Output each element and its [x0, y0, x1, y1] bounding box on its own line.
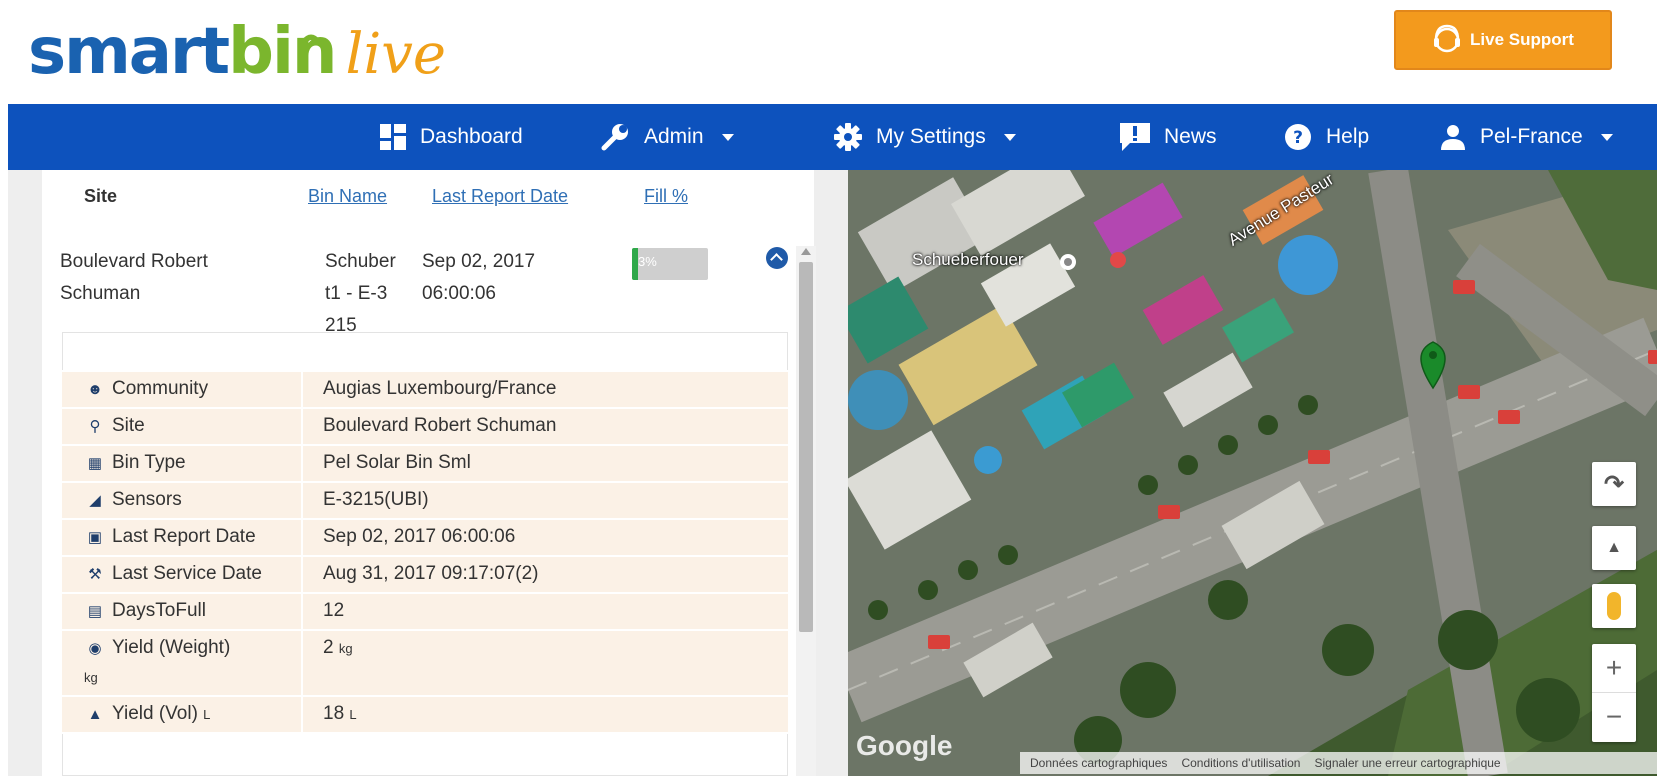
bin-volume-icon: ▲	[87, 706, 103, 723]
detail-label-unit: kg	[84, 670, 98, 685]
calculator-icon: ▤	[87, 603, 103, 620]
detail-value: 12	[302, 592, 788, 631]
chevron-down-icon	[721, 133, 734, 141]
detail-value: Boulevard Robert Schuman	[302, 407, 788, 446]
users-icon: ☻	[87, 381, 103, 398]
nav-my-settings-label: My Settings	[876, 125, 986, 148]
detail-label-unit: L	[203, 707, 211, 722]
rotate-map-icon[interactable]: ↷	[1592, 462, 1636, 506]
detail-row-yield-vol: ▲ Yield (Vol) L 18 L	[62, 695, 788, 734]
logo-live-text: live	[345, 22, 447, 87]
street-view-pegman-icon[interactable]	[1592, 584, 1636, 628]
detail-value: E-3215(UBI)	[302, 481, 788, 520]
nav-dashboard-label: Dashboard	[420, 125, 523, 148]
detail-value: Aug 31, 2017 09:17:07(2)	[302, 555, 788, 594]
live-support-button[interactable]: Live Support	[1394, 10, 1612, 70]
logo-smart-text: smart	[28, 15, 230, 89]
detail-row-community: ☻ Community Augias Luxembourg/France	[62, 370, 788, 409]
detail-label: Last Report Date	[112, 526, 256, 547]
column-header-last-report-date[interactable]: Last Report Date	[432, 186, 568, 207]
detail-value: 18	[323, 703, 345, 724]
main-navbar: Dashboard Admin My Settings News ? Help …	[8, 104, 1657, 170]
zoom-controls: + −	[1592, 644, 1636, 742]
wrench-icon	[601, 124, 628, 151]
detail-label: Community	[112, 378, 209, 399]
map-report-error-link[interactable]: Signaler une erreur cartographique	[1314, 756, 1500, 770]
detail-label: Last Service Date	[112, 563, 262, 584]
detail-label: Yield (Weight)	[112, 637, 231, 658]
row-last-report-date: Sep 02, 2017 06:00:06	[422, 251, 536, 304]
logo-text: smartbin	[28, 20, 337, 84]
map-place-label: Schueberfouer	[912, 250, 1024, 269]
detail-value: 2	[323, 637, 334, 658]
nav-news-label: News	[1164, 125, 1217, 148]
detail-label: DaysToFull	[112, 600, 206, 621]
detail-label: Sensors	[112, 489, 182, 510]
map-terms-link[interactable]: Conditions d'utilisation	[1181, 756, 1300, 770]
live-support-label: Live Support	[1470, 30, 1574, 49]
nav-user-label: Pel-France	[1480, 125, 1583, 148]
question-circle-icon: ?	[1285, 124, 1311, 150]
nav-my-settings[interactable]: My Settings	[834, 104, 1016, 170]
detail-label: Yield (Vol)	[112, 703, 198, 724]
detail-row-yield-weight: ◉ Yield (Weight) kg 2 kg	[62, 629, 788, 697]
google-logo[interactable]: Google	[856, 730, 952, 762]
logo-signal-icon	[300, 34, 322, 43]
detail-label: Site	[112, 415, 145, 436]
chevron-down-icon	[1600, 133, 1613, 141]
nav-dashboard[interactable]: Dashboard	[380, 104, 523, 170]
detail-row-bin-type: ▦ Bin Type Pel Solar Bin Sml	[62, 444, 788, 483]
fill-level-label: 3%	[638, 254, 657, 269]
trash-bin-icon: ▦	[87, 455, 103, 472]
gauge-icon: ◉	[88, 640, 102, 657]
detail-row-days-to-full: ▤ DaysToFull 12	[62, 592, 788, 631]
nav-help[interactable]: ? Help	[1284, 104, 1369, 170]
detail-row-sensors: ◢ Sensors E-3215(UBI)	[62, 481, 788, 520]
detail-row-last-service-date: ⚒ Last Service Date Aug 31, 2017 09:17:07…	[62, 555, 788, 594]
nav-user-menu[interactable]: Pel-France	[1440, 104, 1613, 170]
headset-icon	[1434, 24, 1461, 53]
detail-value-unit: L	[349, 707, 357, 722]
dashboard-grid-icon	[380, 124, 406, 150]
map-attribution-bar: Données cartographiques Conditions d'uti…	[1020, 752, 1657, 774]
column-header-bin-name[interactable]: Bin Name	[308, 186, 387, 207]
tilt-map-icon[interactable]: ▲	[1592, 526, 1636, 570]
detail-value: Augias Luxembourg/France	[302, 370, 788, 409]
row-bin-name: Schubert1 - E-3215	[325, 251, 396, 336]
calendar-icon: ▣	[87, 529, 103, 546]
zoom-in-button[interactable]: +	[1592, 644, 1636, 692]
detail-row-last-report-date: ▣ Last Report Date Sep 02, 2017 06:00:06	[62, 518, 788, 557]
svg-text:?: ?	[1293, 128, 1303, 148]
zoom-out-button[interactable]: −	[1592, 692, 1636, 740]
detail-row-site: ⚲ Site Boulevard Robert Schuman	[62, 407, 788, 446]
bin-details-table: ☻ Community Augias Luxembourg/France ⚲ Sit…	[62, 370, 788, 734]
map-pin-icon: ⚲	[89, 418, 101, 435]
chevron-down-icon	[1003, 133, 1016, 141]
fill-level-bar: 3%	[632, 248, 708, 280]
nav-admin-label: Admin	[644, 125, 704, 148]
brand-bar: smartbin live Live Support	[0, 0, 1657, 104]
scroll-up-arrow-icon[interactable]	[801, 248, 811, 255]
pegman-figure	[1607, 592, 1621, 620]
news-exclamation-icon	[1120, 123, 1150, 151]
nav-news[interactable]: News	[1120, 104, 1217, 170]
signal-icon: ◢	[89, 492, 101, 509]
satellite-map[interactable]: Schueberfouer Avenue Pasteur	[848, 170, 1657, 776]
gear-icon	[834, 123, 862, 151]
smartbin-live-logo[interactable]: smartbin live	[28, 20, 446, 90]
row-site: Boulevard Robert Schuman	[60, 251, 208, 304]
wrench-icon: ⚒	[88, 566, 102, 583]
scrollbar-thumb[interactable]	[799, 262, 813, 632]
column-header-fill[interactable]: Fill %	[644, 186, 688, 207]
collapse-row-button[interactable]	[766, 247, 788, 269]
detail-value-unit: kg	[338, 641, 353, 656]
detail-value: Sep 02, 2017 06:00:06	[302, 518, 788, 557]
user-icon	[1441, 125, 1465, 150]
map-data-link[interactable]: Données cartographiques	[1030, 756, 1167, 770]
column-header-site[interactable]: Site	[84, 186, 117, 207]
detail-label: Bin Type	[112, 452, 186, 473]
detail-value: Pel Solar Bin Sml	[302, 444, 788, 483]
nav-help-label: Help	[1326, 125, 1370, 148]
nav-admin[interactable]: Admin	[600, 104, 734, 170]
